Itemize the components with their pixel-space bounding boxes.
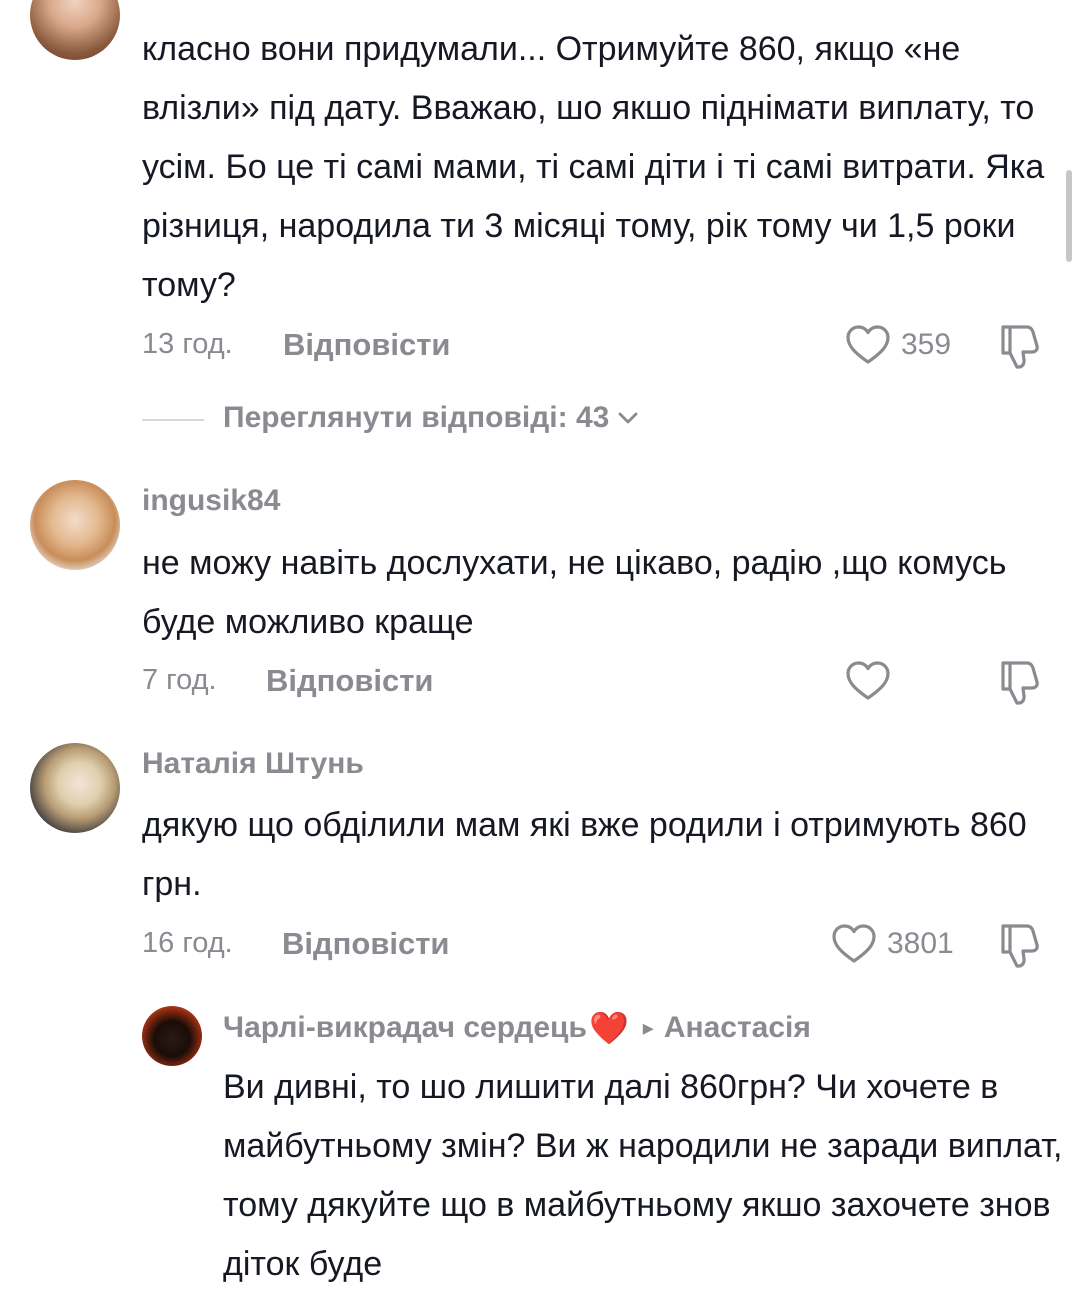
comment-text: не можу навіть дослухати, не цікаво, рад… [142, 544, 1007, 641]
heart-outline-icon[interactable] [831, 923, 877, 965]
avatar[interactable] [142, 1006, 202, 1066]
reply-button[interactable]: Відповісти [283, 327, 451, 363]
comment-username[interactable]: ingusik84 [142, 484, 280, 518]
view-replies-label: Переглянути відповіді: 43 [223, 401, 610, 434]
comment-text: класно вони придумали... Отримуйте 860, … [142, 30, 1045, 304]
comment-time: 7 год. [142, 664, 217, 696]
divider [142, 419, 204, 421]
like-count: 3801 [887, 927, 954, 960]
view-replies-button[interactable]: Переглянути відповіді: 43 [223, 401, 639, 435]
comment-time: 16 год. [142, 927, 233, 959]
heart-emoji-icon: ❤️ [588, 1010, 629, 1046]
like-count: 359 [901, 328, 952, 361]
reply-arrow-icon: ▸ [642, 1015, 654, 1040]
reply-to-username[interactable]: Анастасія [664, 1011, 811, 1045]
avatar[interactable] [30, 743, 120, 833]
reply-text: Ви дивні, то шо лишити далі 860грн? Чи х… [223, 1068, 1063, 1283]
comment-username[interactable]: Наталія Штунь [142, 747, 364, 781]
reply-username[interactable]: Чарлі-викрадач сердець [223, 1011, 587, 1045]
avatar[interactable] [30, 0, 120, 60]
chevron-down-icon [617, 411, 639, 425]
avatar[interactable] [30, 480, 120, 570]
thumbs-down-icon[interactable] [997, 322, 1043, 370]
reply-username-row: Чарлі-викрадач сердець ❤️ ▸ Анастасія [223, 1009, 811, 1047]
comment-text: дякую що обділили мам які вже родили і о… [142, 806, 1027, 903]
heart-outline-icon[interactable] [845, 660, 891, 702]
thumbs-down-icon[interactable] [997, 921, 1043, 969]
heart-outline-icon[interactable] [845, 324, 891, 366]
comment-time: 13 год. [142, 328, 233, 360]
reply-button[interactable]: Відповісти [266, 663, 434, 699]
reply-button[interactable]: Відповісти [282, 926, 450, 962]
thumbs-down-icon[interactable] [997, 658, 1043, 706]
scrollbar[interactable] [1066, 170, 1072, 262]
